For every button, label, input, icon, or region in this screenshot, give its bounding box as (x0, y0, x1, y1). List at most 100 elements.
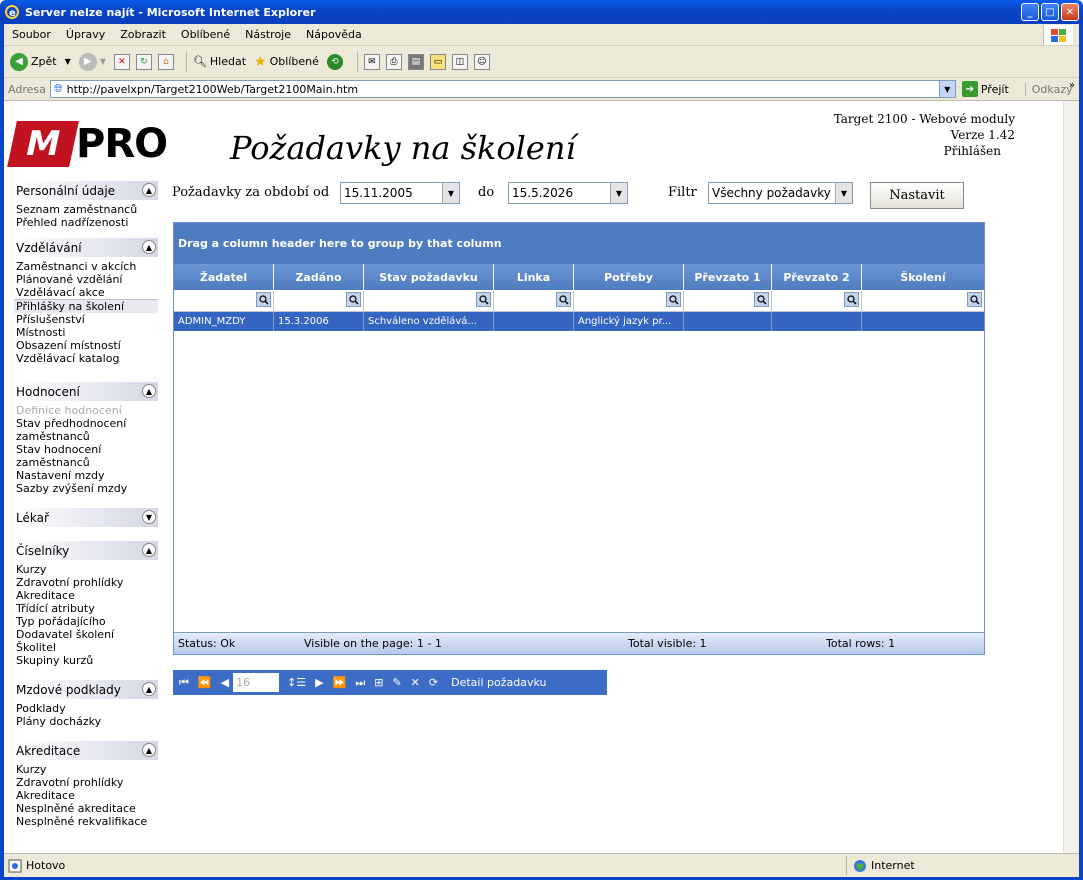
column-filter[interactable] (174, 290, 274, 311)
sidebar-item[interactable]: Zdravotní prohlídky (14, 776, 158, 789)
column-filter[interactable] (772, 290, 862, 311)
date-from-select[interactable]: 15.11.2005 ▼ (340, 182, 460, 204)
previous-page-group-icon[interactable]: ⏪ (198, 676, 212, 689)
notes-icon[interactable]: ▭ (429, 53, 446, 70)
sidebar-item[interactable]: Skupiny kurzů (14, 654, 158, 667)
edit-icon[interactable]: ▤ (407, 53, 424, 70)
forward-dropdown-icon[interactable]: ▼ (100, 57, 106, 66)
column-header[interactable]: Stav požadavku (364, 264, 494, 290)
research-icon[interactable]: ◫ (451, 53, 468, 70)
delete-record-icon[interactable]: ✕ (411, 676, 420, 689)
set-page-size-icon[interactable]: ↕☰ (287, 676, 306, 689)
sidebar-item[interactable]: Akreditace (14, 789, 158, 802)
sidebar-item[interactable]: zaměstnanců (14, 430, 158, 443)
links-button[interactable]: Odkazy (1024, 82, 1073, 96)
vertical-scrollbar[interactable] (1063, 101, 1079, 853)
next-page-group-icon[interactable]: ⏩ (333, 676, 347, 689)
sidebar-section-personal[interactable]: Personální údaje ▲ (14, 181, 158, 200)
chevron-down-icon[interactable]: ▼ (442, 183, 459, 203)
column-header[interactable]: Převzato 2 (772, 264, 862, 290)
sidebar-item[interactable]: Sazby zvýšení mzdy (14, 482, 158, 495)
search-icon[interactable] (476, 292, 491, 307)
sidebar-item[interactable]: Přehled nadřízenosti (14, 216, 158, 229)
sidebar-section-accreditation[interactable]: Akreditace ▲ (14, 741, 158, 760)
column-header[interactable]: Zadáno (274, 264, 364, 290)
column-header[interactable]: Linka (494, 264, 574, 290)
sidebar-item[interactable]: Dodavatel školení (14, 628, 158, 641)
sidebar-item[interactable]: Kurzy (14, 563, 158, 576)
sidebar-item[interactable]: Nesplněné akreditace (14, 802, 158, 815)
collapse-icon[interactable]: ▲ (142, 543, 156, 557)
next-page-icon[interactable]: ▶ (315, 676, 323, 689)
sidebar-item[interactable]: Stav hodnocení (14, 443, 158, 456)
sidebar-item[interactable]: Třídící atributy (14, 602, 158, 615)
history-icon[interactable]: ⟲ (326, 53, 343, 70)
sidebar-item[interactable]: Zdravotní prohlídky (14, 576, 158, 589)
sidebar-item[interactable]: Akreditace (14, 589, 158, 602)
sidebar-item[interactable]: Seznam zaměstnanců (14, 203, 158, 216)
column-filter[interactable] (574, 290, 684, 311)
sidebar-item[interactable]: Plány docházky (14, 715, 158, 728)
sidebar-item[interactable]: Nesplněné rekvalifikace (14, 815, 158, 828)
forward-button[interactable]: ▶ ▼ (78, 52, 106, 71)
refresh-icon[interactable]: ↻ (135, 53, 152, 70)
menu-oblibene[interactable]: Oblíbené (181, 28, 230, 41)
search-icon[interactable] (666, 292, 681, 307)
search-icon[interactable] (754, 292, 769, 307)
menu-zobrazit[interactable]: Zobrazit (120, 28, 166, 41)
menu-nastroje[interactable]: Nástroje (245, 28, 291, 41)
sidebar-item[interactable]: Školitel (14, 641, 158, 654)
previous-page-icon[interactable]: ◀ (221, 676, 229, 689)
sidebar-item[interactable]: Nastavení mzdy (14, 469, 158, 482)
sidebar-item[interactable]: Plánované vzdělání (14, 273, 158, 286)
add-record-icon[interactable]: ⊞ (374, 676, 383, 689)
messenger-icon[interactable]: ☺ (473, 53, 490, 70)
sidebar-item[interactable]: zaměstnanců (14, 456, 158, 469)
search-icon[interactable] (844, 292, 859, 307)
back-dropdown-icon[interactable]: ▼ (65, 57, 71, 66)
close-button[interactable]: ✕ (1061, 3, 1079, 21)
table-row[interactable]: ADMIN_MZDY 15.3.2006 Schváleno vzdělává.… (174, 312, 984, 331)
refresh-icon[interactable]: ⟳ (429, 676, 438, 689)
toolbar-overflow-icon[interactable]: » (1069, 80, 1075, 91)
column-filter[interactable] (274, 290, 364, 311)
last-page-icon[interactable]: ⏭ (355, 676, 365, 690)
sidebar-item[interactable]: Vzdělávací akce (14, 286, 158, 299)
sidebar-item[interactable]: Kurzy (14, 763, 158, 776)
stop-icon[interactable]: ✕ (113, 53, 130, 70)
sidebar-item[interactable]: Vzdělávací katalog (14, 352, 158, 365)
collapse-icon[interactable]: ▲ (142, 682, 156, 696)
page-size-input[interactable]: 16 (233, 673, 280, 692)
collapse-icon[interactable]: ▲ (142, 183, 156, 197)
sidebar-section-payroll[interactable]: Mzdové podklady ▲ (14, 680, 158, 699)
chevron-down-icon[interactable]: ▼ (610, 183, 627, 203)
sidebar-item[interactable]: Místnosti (14, 326, 158, 339)
sidebar-section-education[interactable]: Vzdělávání ▲ (14, 238, 158, 257)
menu-napoveda[interactable]: Nápověda (306, 28, 362, 41)
menu-upravy[interactable]: Úpravy (66, 28, 105, 41)
detail-request-button[interactable]: Detail požadavku (451, 676, 546, 689)
menu-soubor[interactable]: Soubor (12, 28, 51, 41)
print-icon[interactable]: ⎙ (385, 53, 402, 70)
column-filter[interactable] (684, 290, 772, 311)
column-header[interactable]: Žadatel (174, 264, 274, 290)
column-filter[interactable] (494, 290, 574, 311)
sidebar-section-evaluation[interactable]: Hodnocení ▲ (14, 382, 158, 401)
filter-select[interactable]: Všechny požadavky ▼ (708, 182, 853, 204)
first-page-icon[interactable]: ⏮ (179, 676, 189, 690)
column-header[interactable]: Potřeby (574, 264, 684, 290)
chevron-down-icon[interactable]: ▼ (835, 183, 852, 203)
favorites-button[interactable]: ★ Oblíbené (254, 54, 319, 70)
minimize-button[interactable]: _ (1021, 3, 1039, 21)
expand-icon[interactable]: ▼ (142, 510, 156, 524)
sidebar-item[interactable]: Stav předhodnocení (14, 417, 158, 430)
sidebar-item[interactable]: Typ pořádajícího (14, 615, 158, 628)
sidebar-section-codebooks[interactable]: Číselníky ▲ (14, 541, 158, 560)
edit-record-icon[interactable]: ✎ (392, 676, 401, 689)
set-button[interactable]: Nastavit (870, 182, 964, 209)
sidebar-item[interactable]: Obsazení místností (14, 339, 158, 352)
search-icon[interactable] (256, 292, 271, 307)
column-filter[interactable] (364, 290, 494, 311)
address-input[interactable]: 🌐︎ http://pavelxpn/Target2100Web/Target2… (49, 80, 956, 98)
date-to-select[interactable]: 15.5.2026 ▼ (508, 182, 628, 204)
